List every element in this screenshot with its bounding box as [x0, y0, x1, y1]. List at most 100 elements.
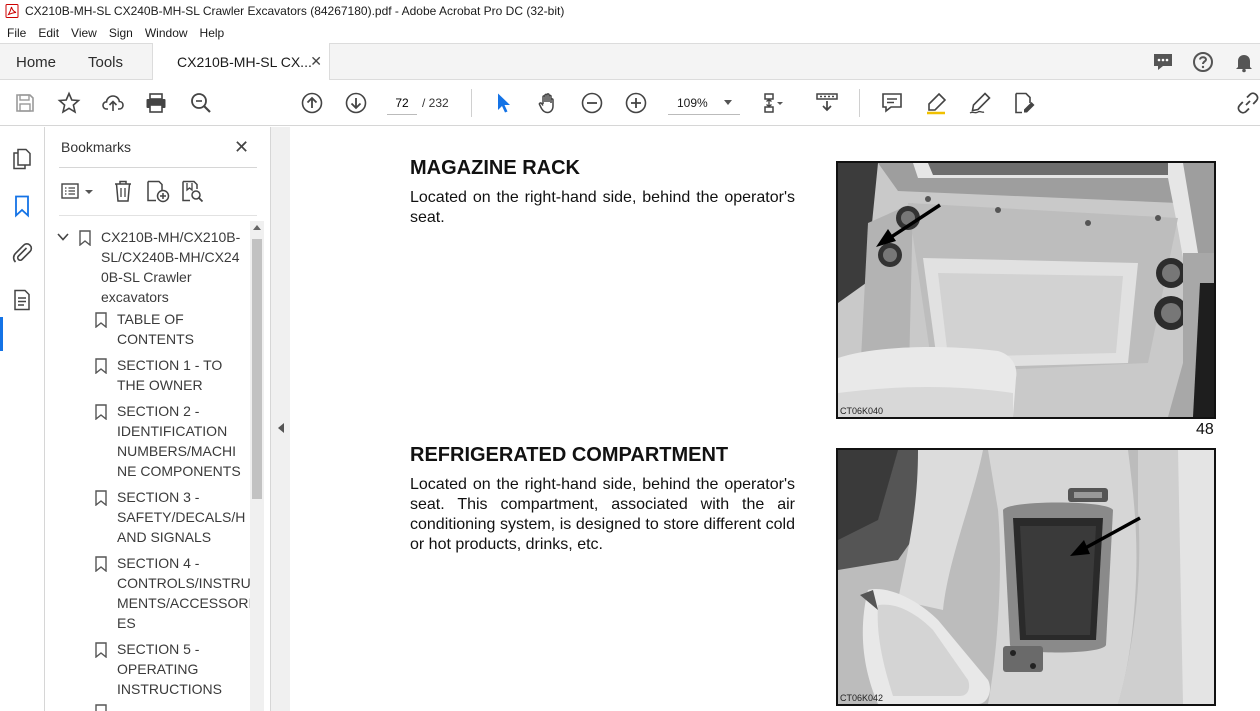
tab-tools[interactable]: Tools — [88, 44, 123, 80]
menu-edit[interactable]: Edit — [32, 26, 65, 40]
toolbar-divider — [859, 89, 860, 117]
bookmark-line: INSTRUCTIONS — [117, 681, 222, 697]
edit-pdf-icon[interactable] — [1012, 91, 1036, 115]
bookmark-section-4[interactable]: SECTION 4 - CONTROLS/INSTRU MENTS/ACCESS… — [117, 553, 250, 633]
document-properties-icon[interactable] — [10, 288, 34, 312]
section-heading: REFRIGERATED COMPARTMENT — [410, 444, 729, 466]
bookmark-line: SECTION 5 - — [117, 641, 200, 657]
section-body: Located on the right-hand side, behind t… — [410, 189, 795, 226]
zoom-search-icon[interactable] — [189, 91, 213, 115]
bookmark-section-1[interactable]: SECTION 1 - TO THE OWNER — [117, 355, 222, 395]
chevron-down-icon — [724, 100, 732, 105]
bookmark-icon — [95, 704, 107, 711]
close-panel-icon[interactable]: ✕ — [234, 137, 249, 158]
bookmarks-panel-title: Bookmarks — [61, 139, 132, 155]
print-icon[interactable] — [144, 91, 168, 115]
bookmarks-panel: Bookmarks ✕ CX210B-MH/CX210B- SL/CX240B-… — [46, 127, 270, 711]
hand-tool-icon[interactable] — [536, 91, 560, 115]
tab-document[interactable]: CX210B-MH-SL CX... ✕ — [152, 43, 330, 80]
panel-divider — [59, 167, 257, 168]
page-number: 48 — [1196, 421, 1214, 438]
bookmark-table-of-contents[interactable]: TABLE OF CONTENTS — [117, 309, 194, 349]
bookmark-line: THE OWNER — [117, 377, 203, 393]
bookmark-line: SAFETY/DECALS/H — [117, 509, 246, 525]
tab-document-label: CX210B-MH-SL CX... — [177, 53, 312, 70]
bookmark-root-line: SL/CX240B-MH/CX24 — [101, 249, 240, 265]
chevron-down-icon[interactable] — [57, 231, 69, 245]
bookmark-line: NUMBERS/MACHI — [117, 443, 237, 459]
scroll-up-icon[interactable] — [253, 225, 261, 230]
bookmark-icon — [95, 404, 107, 420]
bookmark-line: AND SIGNALS — [117, 529, 212, 545]
menu-window[interactable]: Window — [139, 26, 194, 40]
sign-fill-icon[interactable] — [968, 91, 992, 115]
title-bar: CX210B-MH-SL CX240B-MH-SL Crawler Excava… — [0, 0, 1260, 22]
zoom-out-icon[interactable] — [580, 91, 604, 115]
close-tab-icon[interactable]: ✕ — [310, 53, 322, 70]
attachments-paperclip-icon[interactable] — [10, 241, 34, 265]
toolbar-divider — [471, 89, 472, 117]
delete-trash-icon[interactable] — [112, 179, 134, 203]
tab-home[interactable]: Home — [16, 44, 56, 80]
zoom-level-dropdown[interactable]: 109% — [668, 91, 740, 115]
share-link-icon[interactable] — [1236, 91, 1260, 115]
new-bookmark-icon[interactable] — [145, 179, 171, 203]
bookmark-icon — [95, 642, 107, 658]
zoom-level-value: 109% — [677, 95, 708, 110]
bookmark-star-icon[interactable] — [57, 91, 81, 115]
bookmark-root-line: CX210B-MH/CX210B- — [101, 229, 241, 245]
bookmark-line: NE COMPONENTS — [117, 463, 241, 479]
panel-divider — [59, 215, 257, 216]
notifications-bell-icon[interactable] — [1232, 51, 1256, 73]
menu-view[interactable]: View — [65, 26, 103, 40]
page-number-input[interactable] — [387, 91, 417, 115]
bookmark-section-3[interactable]: SECTION 3 - SAFETY/DECALS/H AND SIGNALS — [117, 487, 245, 547]
scrollbar-thumb[interactable] — [252, 239, 262, 499]
bookmark-line: IDENTIFICATION — [117, 423, 228, 439]
navigation-rail — [0, 127, 45, 711]
refrigerated-compartment-image — [838, 450, 1214, 704]
panel-splitter[interactable] — [270, 127, 290, 711]
next-page-icon[interactable] — [344, 91, 368, 115]
bookmark-section-5[interactable]: SECTION 5 - OPERATING INSTRUCTIONS — [117, 639, 222, 699]
add-comment-icon[interactable] — [880, 91, 904, 115]
page-fit-icon[interactable] — [760, 91, 784, 115]
menu-help[interactable]: Help — [194, 26, 231, 40]
bookmark-root-line: 0B-SL Crawler — [101, 269, 192, 285]
active-indicator — [0, 317, 3, 351]
menu-bar: File Edit View Sign Window Help — [0, 22, 1260, 43]
zoom-in-icon[interactable] — [624, 91, 648, 115]
bookmark-search-icon[interactable] — [180, 179, 206, 203]
bookmark-root-line: excavators — [101, 289, 169, 305]
bookmark-line: SECTION 2 - — [117, 403, 200, 419]
page-thumbnails-icon[interactable] — [10, 147, 34, 171]
bookmark-root[interactable]: CX210B-MH/CX210B- SL/CX240B-MH/CX24 0B-S… — [101, 227, 240, 307]
upload-cloud-icon[interactable] — [101, 91, 125, 115]
help-icon[interactable] — [1191, 51, 1215, 73]
save-icon[interactable] — [13, 91, 37, 115]
bookmark-tree: CX210B-MH/CX210B- SL/CX240B-MH/CX24 0B-S… — [46, 223, 250, 711]
bookmark-line: OPERATING — [117, 661, 199, 677]
collapse-panel-icon[interactable] — [278, 423, 284, 433]
menu-sign[interactable]: Sign — [103, 26, 139, 40]
select-cursor-icon[interactable] — [492, 91, 516, 115]
bookmarks-icon[interactable] — [10, 194, 34, 218]
acrobat-pdf-icon — [5, 4, 19, 18]
photo-reference-code: CT06K042 — [840, 693, 884, 703]
bookmark-options-icon[interactable] — [60, 179, 94, 203]
bookmark-line: SECTION 3 - — [117, 489, 200, 505]
bookmark-icon — [79, 230, 91, 246]
document-view[interactable]: MAGAZINE RACK Located on the right-hand … — [290, 127, 1260, 711]
section-body: Located on the right-hand side, behind t… — [410, 476, 795, 553]
bookmark-line: CONTROLS/INSTRU — [117, 575, 250, 591]
scroll-mode-icon[interactable] — [815, 91, 839, 115]
bookmark-icon — [95, 556, 107, 572]
bookmark-line: MENTS/ACCESSORI — [117, 595, 250, 611]
comment-chat-icon[interactable] — [1151, 51, 1175, 73]
bookmarks-scrollbar[interactable] — [250, 221, 264, 711]
previous-page-icon[interactable] — [300, 91, 324, 115]
menu-file[interactable]: File — [0, 26, 32, 40]
page-total-label: / 232 — [422, 96, 449, 110]
bookmark-section-2[interactable]: SECTION 2 - IDENTIFICATION NUMBERS/MACHI… — [117, 401, 241, 481]
highlight-pen-icon[interactable] — [924, 91, 948, 115]
